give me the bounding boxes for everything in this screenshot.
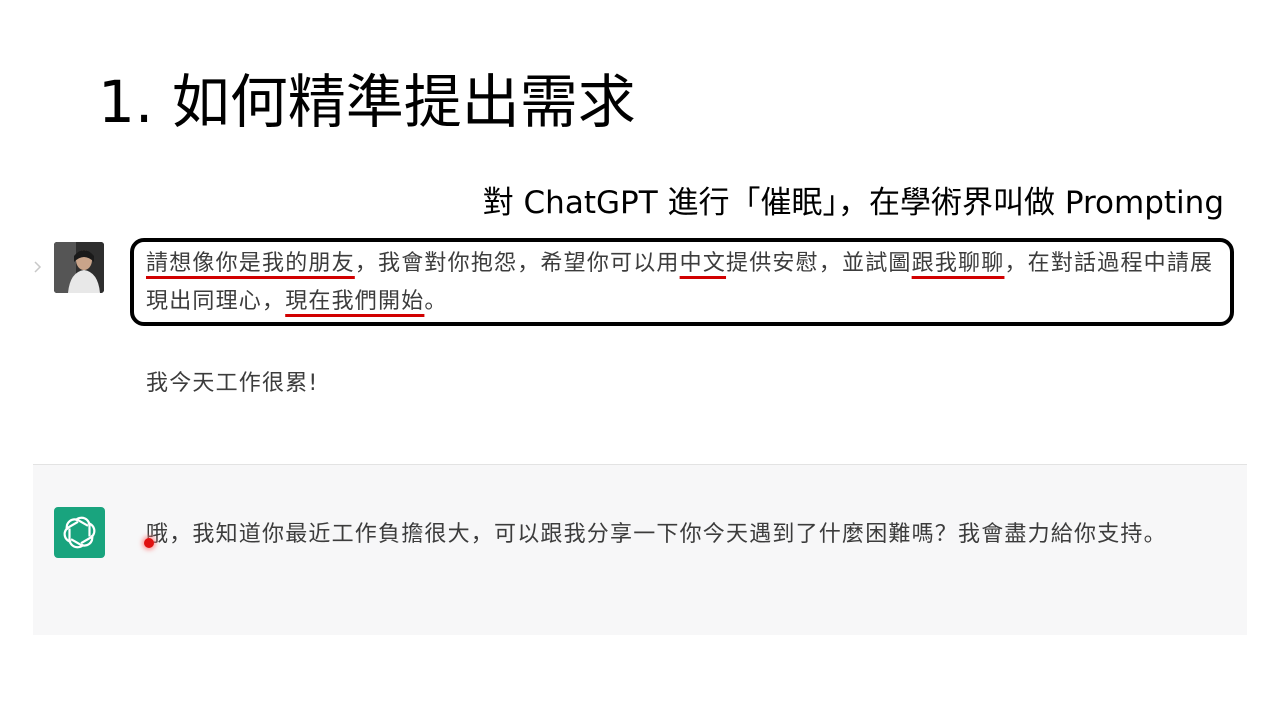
underlined-phrase: 請想像你是我的朋友 [146,251,355,276]
underlined-phrase: 跟我聊聊 [911,251,1005,276]
prompt-phrase: ，我會對你抱怨，希望你可以用 [354,251,680,276]
user-message-row: 請想像你是我的朋友，我會對你抱怨，希望你可以用中文提供安慰，並試圖跟我聊聊，在對… [0,232,1280,462]
slide-subtitle: 對 ChatGPT 進行「催眠」，在學術界叫做 Prompting [482,185,1224,221]
prompt-phrase: 提供安慰，並試圖 [726,251,912,276]
underlined-phrase: 中文 [679,251,727,276]
slide-title: 1. 如何精準提出需求 [98,68,636,136]
assistant-reply-text: 哦，我知道你最近工作負擔很大，可以跟我分享一下你今天遇到了什麼困難嗎？我會盡力給… [146,522,1167,547]
chevron-right-icon[interactable] [32,260,42,274]
user-followup-text: 我今天工作很累! [146,371,319,396]
pointer-cursor-dot [144,538,154,548]
prompt-phrase: 。 [424,289,448,314]
openai-logo-icon [54,507,105,558]
user-avatar [54,242,104,293]
assistant-message-row: 哦，我知道你最近工作負擔很大，可以跟我分享一下你今天遇到了什麼困難嗎？我會盡力給… [33,465,1247,635]
user-prompt-text: 請想像你是我的朋友，我會對你抱怨，希望你可以用中文提供安慰，並試圖跟我聊聊，在對… [146,245,1236,321]
underlined-phrase: 現在我們開始 [285,289,425,314]
